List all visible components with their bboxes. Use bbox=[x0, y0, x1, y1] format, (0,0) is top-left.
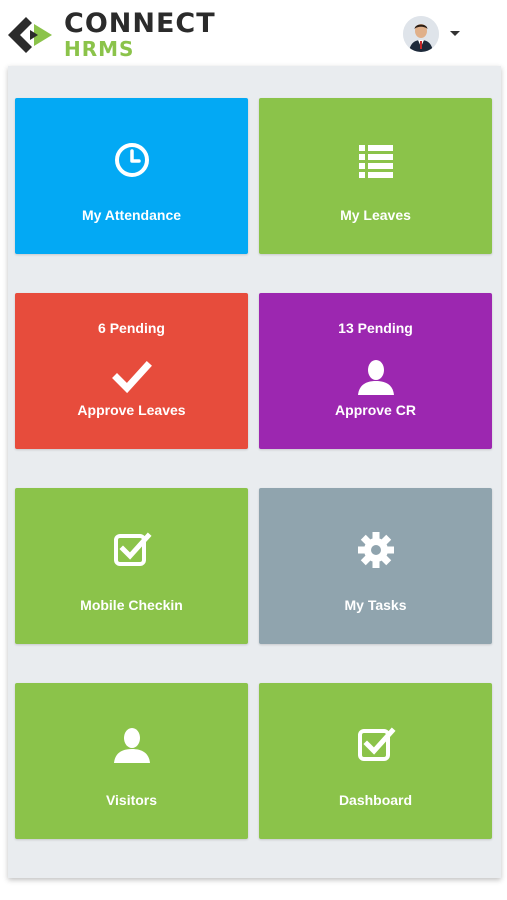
tile-label: Mobile Checkin bbox=[80, 597, 183, 613]
checkbox-icon bbox=[112, 530, 152, 570]
tile-visitors[interactable]: Visitors bbox=[15, 683, 248, 839]
tile-my-leaves[interactable]: My Leaves bbox=[259, 98, 492, 254]
logo-connect-text: CONNECT bbox=[64, 8, 216, 39]
tile-label: Approve Leaves bbox=[77, 402, 186, 418]
avatar-photo-icon bbox=[403, 16, 439, 52]
caret-down-icon[interactable] bbox=[450, 31, 460, 36]
list-icon bbox=[356, 140, 396, 180]
user-icon bbox=[112, 725, 152, 765]
pending-count-badge: 13 Pending bbox=[338, 320, 413, 336]
connect-hrms-logo[interactable]: CONNECT HRMS bbox=[6, 8, 226, 60]
user-icon bbox=[356, 357, 396, 397]
pending-count-badge: 6 Pending bbox=[98, 320, 165, 336]
tile-label: My Tasks bbox=[344, 597, 407, 613]
tile-my-tasks[interactable]: My Tasks bbox=[259, 488, 492, 644]
gear-icon bbox=[356, 530, 396, 570]
app-header: CONNECT HRMS bbox=[0, 0, 507, 66]
logo-mark-icon bbox=[8, 17, 52, 53]
logo-hrms-text: HRMS bbox=[64, 37, 135, 61]
tile-label: Visitors bbox=[105, 792, 158, 808]
tile-approve-cr[interactable]: 13 Pending Approve CR bbox=[259, 293, 492, 449]
clock-icon bbox=[112, 140, 152, 180]
tile-label: Approve CR bbox=[335, 402, 416, 418]
tiles-panel: My Attendance My Leaves 6 Pending Approv… bbox=[8, 66, 501, 878]
checkbox-icon bbox=[356, 725, 396, 765]
tile-my-attendance[interactable]: My Attendance bbox=[15, 98, 248, 254]
tile-label: My Attendance bbox=[81, 207, 182, 223]
tile-approve-leaves[interactable]: 6 Pending Approve Leaves bbox=[15, 293, 248, 449]
tile-label: My Leaves bbox=[340, 207, 411, 223]
tile-dashboard[interactable]: Dashboard bbox=[259, 683, 492, 839]
tile-mobile-checkin[interactable]: Mobile Checkin bbox=[15, 488, 248, 644]
check-icon bbox=[111, 357, 152, 397]
user-avatar[interactable] bbox=[403, 16, 439, 52]
tile-label: Dashboard bbox=[338, 792, 413, 808]
